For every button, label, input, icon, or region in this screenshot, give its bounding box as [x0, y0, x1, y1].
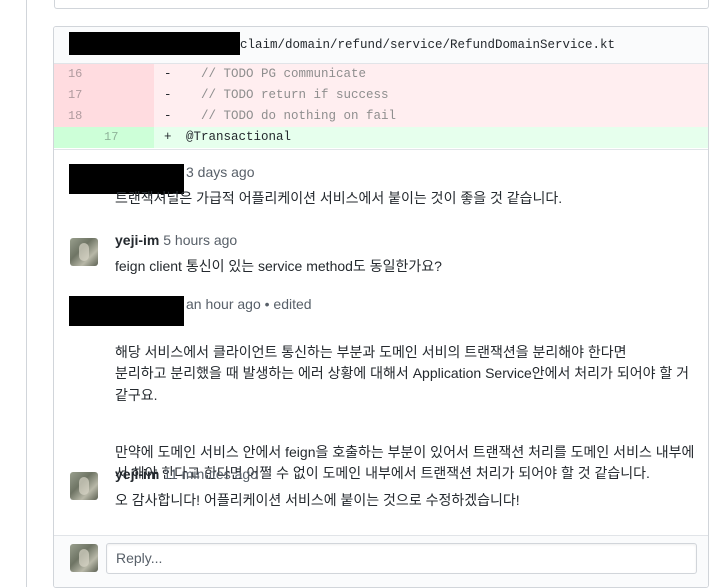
avatar[interactable] [70, 472, 98, 500]
timeline-line [26, 0, 27, 587]
comment-body: 트랜잭셔널은 가급적 어플리케이션 서비스에서 붙이는 것이 좋을 것 같습니다… [115, 188, 695, 210]
comment-header: 3 days ago [186, 164, 255, 180]
diff-row-added: 17 + @Transactional [54, 127, 708, 148]
comment-paragraph: 해당 서비스에서 클라이언트 통신하는 부분과 도메인 서비의 트랜잭션을 분리… [115, 343, 690, 403]
avatar[interactable] [70, 238, 98, 266]
redacted-path-prefix [69, 32, 240, 55]
comment-list: 3 days ago 트랜잭셔널은 가급적 어플리케이션 서비스에서 붙이는 것… [54, 149, 708, 536]
old-line-number[interactable]: 16 [54, 64, 104, 85]
comment-body: feign client 통신이 있는 service method도 동일한가… [115, 256, 695, 278]
diff-sign: + [164, 130, 172, 144]
comment-header: an hour ago • edited [186, 296, 312, 312]
old-line-number[interactable]: 18 [54, 106, 104, 127]
code-line: // TODO PG communicate [186, 67, 367, 81]
reply-bar: Reply... [54, 535, 708, 587]
avatar [70, 544, 98, 572]
comment-timestamp[interactable]: 5 hours ago [163, 232, 237, 248]
comment-author[interactable]: yeji-im [115, 232, 159, 248]
reply-input[interactable]: Reply... [106, 543, 697, 574]
comment-timestamp[interactable]: 11 minutes ago [163, 466, 258, 482]
diff-sign: - [164, 88, 172, 102]
old-line-number[interactable]: 17 [54, 85, 104, 106]
edited-indicator[interactable]: • edited [265, 296, 312, 312]
file-path[interactable]: claim/domain/refund/service/RefundDomain… [240, 38, 615, 52]
code-line: // TODO return if success [186, 88, 389, 102]
code-line: // TODO do nothing on fail [186, 109, 397, 123]
diff-sign: - [164, 67, 172, 81]
previous-review-box [54, 0, 709, 9]
comment-timestamp[interactable]: 3 days ago [186, 164, 255, 180]
diff-row-deleted: 18 - // TODO do nothing on fail [54, 106, 708, 127]
new-line-number[interactable] [104, 106, 154, 127]
comment-timestamp[interactable]: an hour ago [186, 296, 261, 312]
old-line-number[interactable] [54, 127, 104, 148]
comment-header: yeji-im 11 minutes ago [115, 466, 258, 482]
diff-row-deleted: 17 - // TODO return if success [54, 85, 708, 106]
new-line-number[interactable] [104, 85, 154, 106]
comment-author[interactable]: yeji-im [115, 466, 159, 482]
review-thread: claim/domain/refund/service/RefundDomain… [53, 26, 709, 588]
comment-text: feign client 통신이 있는 service method도 동일한가… [115, 258, 442, 274]
code-line: @Transactional [186, 130, 292, 144]
comment-text: 오 감사합니다! 어플리케이션 서비스에 붙이는 것으로 수정하겠습니다! [115, 492, 520, 508]
file-header[interactable]: claim/domain/refund/service/RefundDomain… [54, 27, 708, 64]
diff-row-deleted: 16 - // TODO PG communicate [54, 64, 708, 85]
new-line-number[interactable]: 17 [104, 127, 154, 148]
comment-header: yeji-im 5 hours ago [115, 232, 237, 248]
diff-sign: - [164, 109, 172, 123]
comment-body: 오 감사합니다! 어플리케이션 서비스에 붙이는 것으로 수정하겠습니다! [115, 490, 695, 512]
comment-text: 트랜잭셔널은 가급적 어플리케이션 서비스에서 붙이는 것이 좋을 것 같습니다… [115, 190, 563, 206]
new-line-number[interactable] [104, 64, 154, 85]
